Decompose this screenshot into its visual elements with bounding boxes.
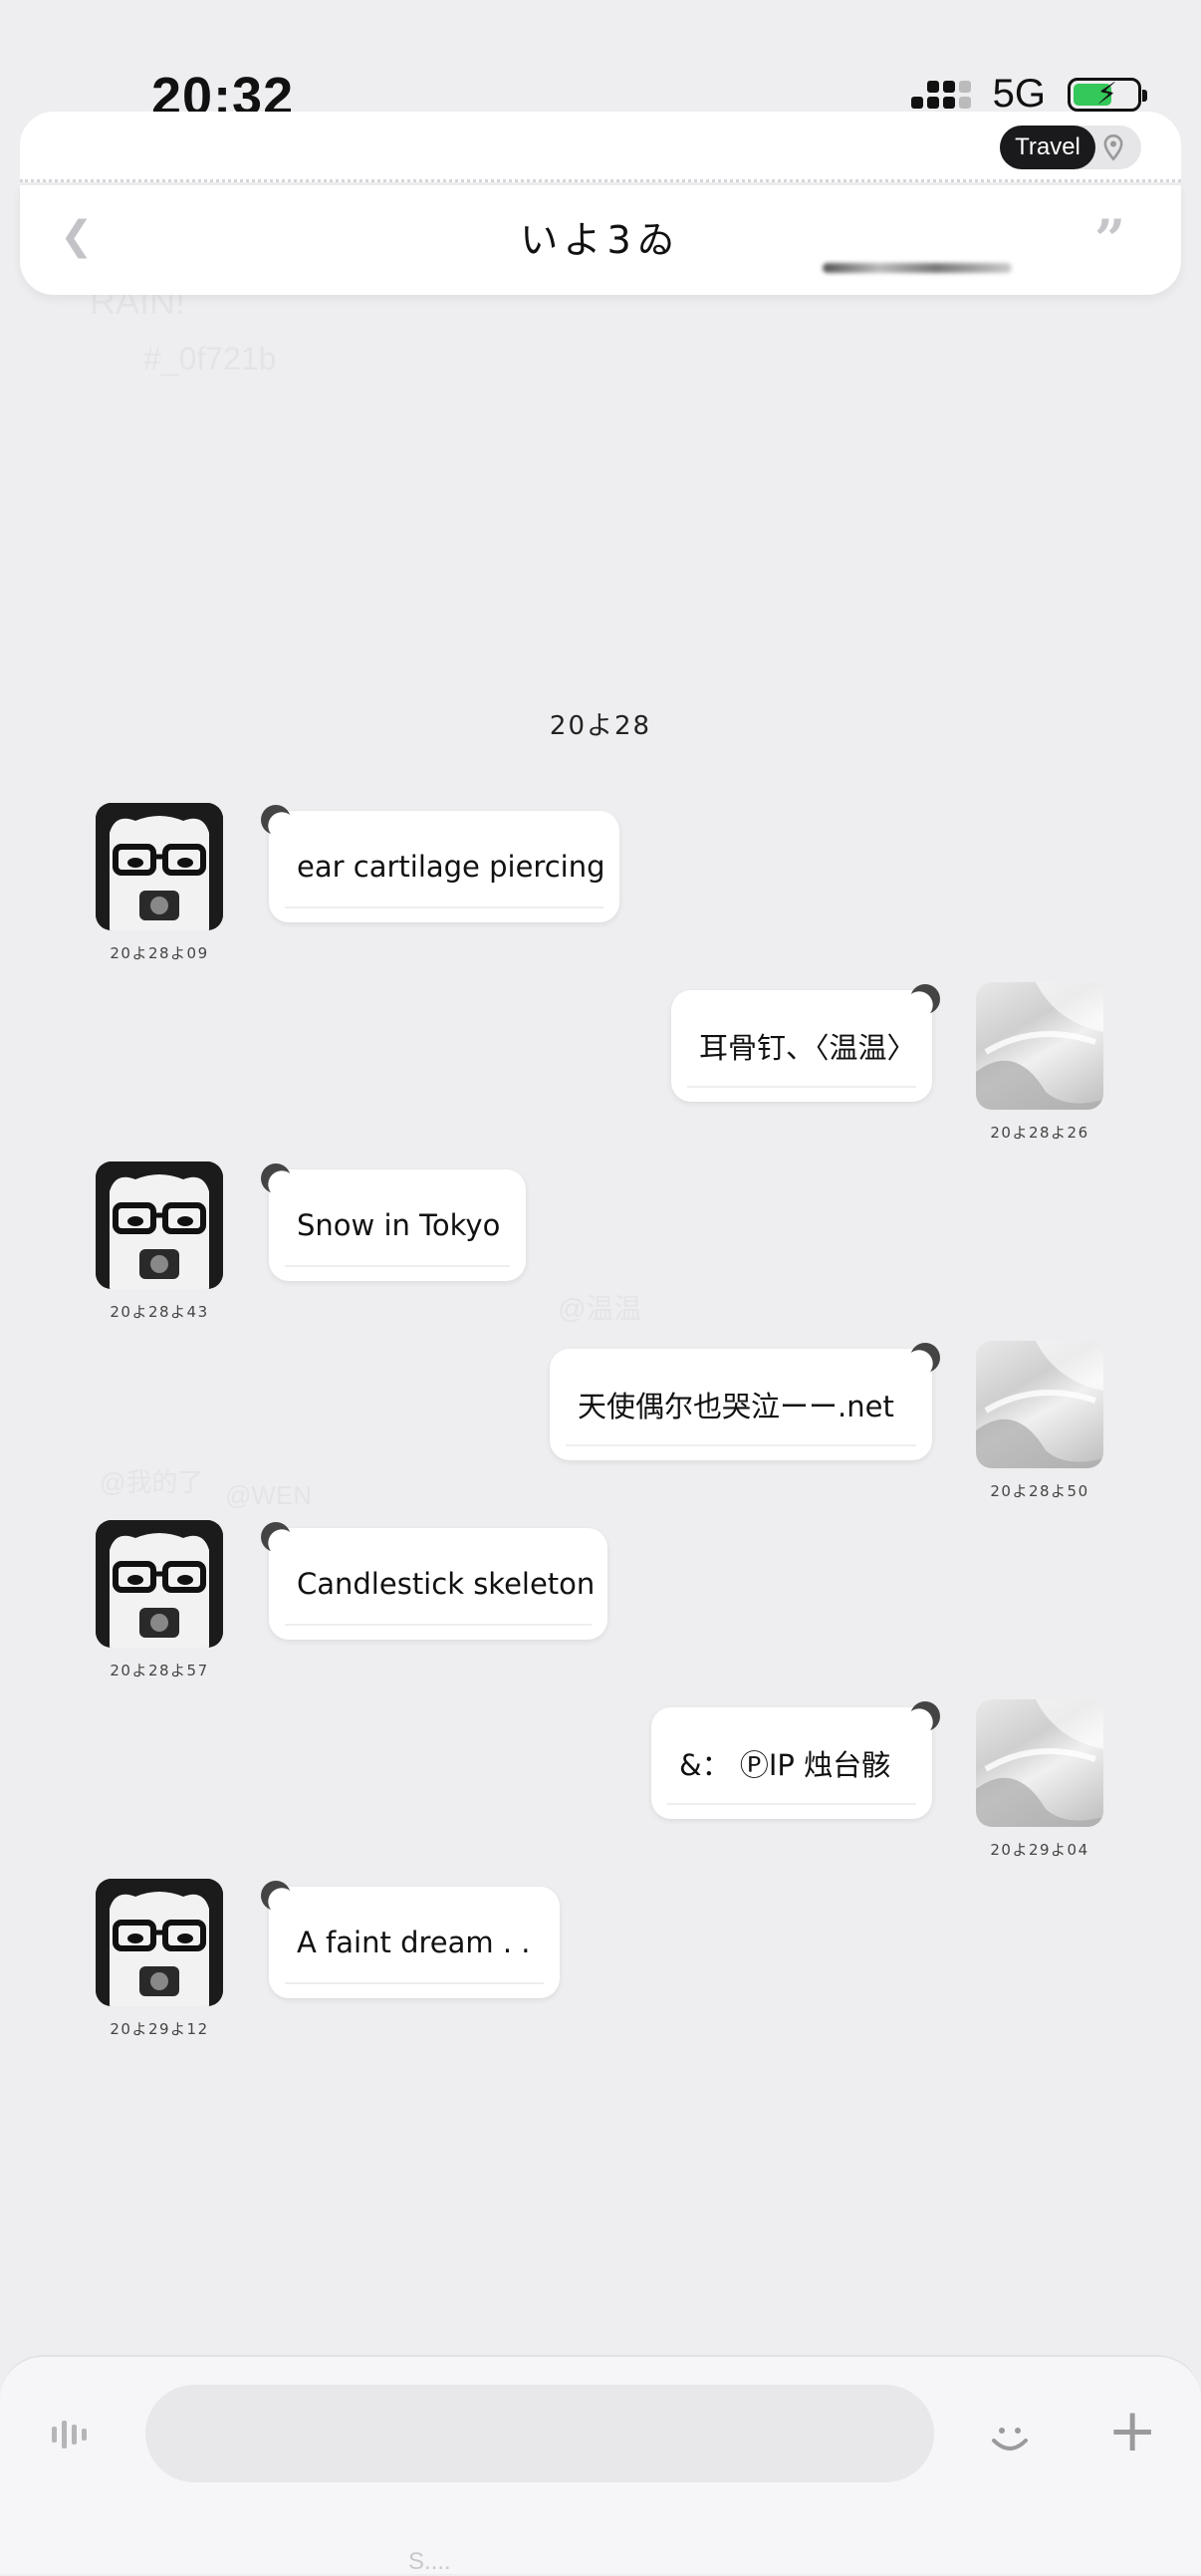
plus-icon[interactable]: + (1107, 2401, 1157, 2460)
message-text: 耳骨钉、〈温温〉 (699, 1031, 916, 1065)
message-time: 20よ28よ43 (110, 1303, 209, 1321)
photo-avatar-icon (976, 1341, 1103, 1468)
cartoon-avatar-icon (96, 1879, 223, 2006)
cartoon-avatar-icon (96, 1520, 223, 1648)
pin-icon (1103, 134, 1123, 161)
message-text: ear cartilage piercing (297, 850, 605, 884)
avatar[interactable] (976, 1699, 1103, 1827)
travel-label: Travel (1000, 126, 1095, 169)
avatar[interactable] (96, 1161, 223, 1289)
message-time: 20よ28よ09 (110, 944, 209, 962)
chat-title: いよ3ゐ (520, 218, 681, 262)
battery-icon: ⚡ (1068, 77, 1147, 112)
quote-icon[interactable]: ” (1094, 207, 1125, 271)
travel-badge[interactable]: Travel (1000, 126, 1141, 169)
status-icons: 5G ⚡ (910, 72, 1147, 117)
message-bubble-outgoing[interactable]: 天使偶尔也哭泣ーー.net (550, 1343, 940, 1460)
ghost-text: @我的了 (100, 1467, 204, 1497)
message-text: 天使偶尔也哭泣ーー.net (578, 1390, 894, 1423)
network-type: 5G (992, 72, 1046, 116)
message-time: 20よ29よ04 (990, 1841, 1089, 1859)
photo-avatar-icon (976, 982, 1103, 1110)
smile-icon[interactable] (986, 2413, 1034, 2460)
avatar[interactable] (976, 982, 1103, 1110)
message-bubble-outgoing[interactable]: 耳骨钉、〈温温〉 (671, 984, 940, 1102)
voice-wave-icon[interactable] (50, 2417, 94, 2452)
message-input[interactable] (145, 2385, 934, 2482)
ghost-text: #_0f721b (143, 341, 277, 377)
cartoon-avatar-icon (96, 803, 223, 930)
cartoon-avatar-icon (96, 1161, 223, 1289)
blurred-subtitle (823, 263, 1012, 273)
photo-avatar-icon (976, 1699, 1103, 1827)
message-bubble-incoming[interactable]: ear cartilage piercing (261, 805, 619, 922)
avatar[interactable] (976, 1341, 1103, 1468)
message-input-bar: + S.... (0, 2355, 1201, 2575)
message-time: 20よ28よ26 (990, 1124, 1089, 1142)
chat-header: ❮ いよ3ゐ ” (20, 185, 1181, 295)
avatar[interactable] (96, 803, 223, 930)
message-time: 20よ28よ50 (990, 1482, 1089, 1500)
signal-icon (910, 80, 971, 109)
avatar[interactable] (96, 1520, 223, 1648)
message-text: Snow in Tokyo (297, 1208, 501, 1242)
message-bubble-outgoing[interactable]: &： ⓅIP 烛台骸 (651, 1701, 940, 1819)
message-bubble-incoming[interactable]: Candlestick skeleton (261, 1522, 607, 1640)
message-text: A faint dream . . (297, 1926, 531, 1959)
message-text: Candlestick skeleton (297, 1567, 596, 1601)
message-bubble-incoming[interactable]: A faint dream . . (261, 1881, 560, 1998)
message-time: 20よ28よ57 (110, 1662, 209, 1679)
message-text: &： ⓅIP 烛台骸 (679, 1748, 891, 1782)
avatar[interactable] (96, 1879, 223, 2006)
ghost-text: @温温 (558, 1293, 642, 1324)
message-bubble-incoming[interactable]: Snow in Tokyo (261, 1163, 526, 1281)
ghost-text: @WEN (225, 1480, 313, 1510)
date-separator: 20よ28 (549, 711, 652, 741)
message-time: 20よ29よ12 (110, 2020, 209, 2038)
